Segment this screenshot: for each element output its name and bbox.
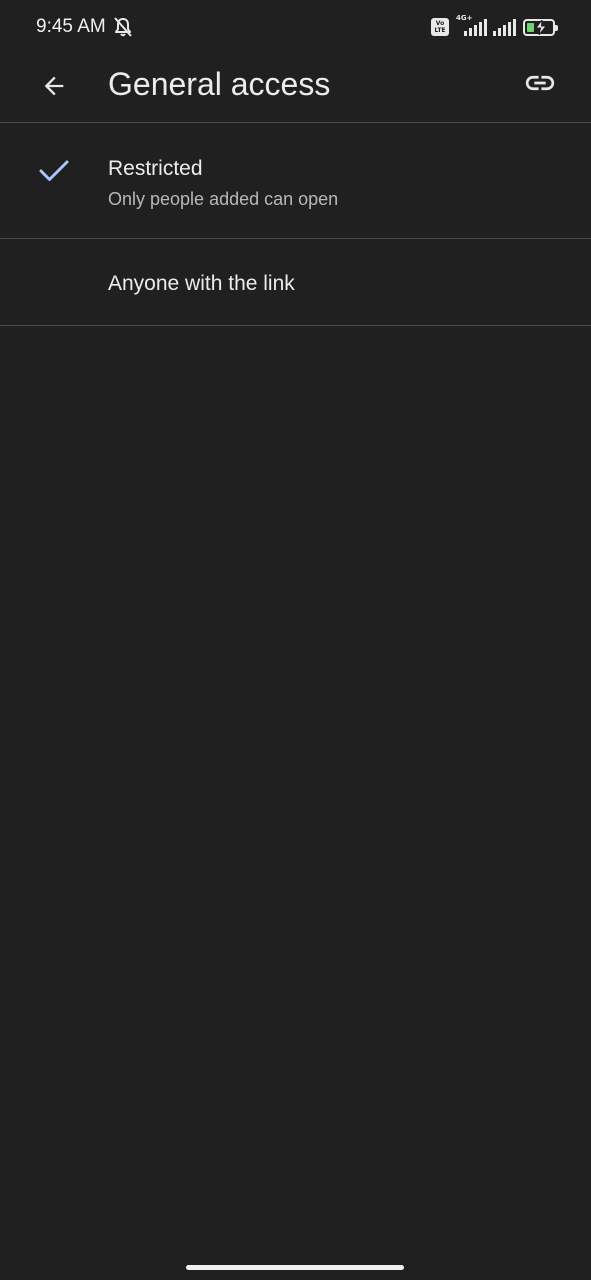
mute-icon xyxy=(114,17,132,37)
battery-charging-icon xyxy=(523,18,558,36)
signal-icon xyxy=(493,16,517,38)
status-bar: 9:45 AM Vo LTE 4G+ xyxy=(0,0,591,54)
divider xyxy=(0,325,591,326)
option-restricted[interactable]: Restricted Only people added can open xyxy=(0,123,591,238)
volte-icon: Vo LTE xyxy=(431,18,449,36)
app-bar: General access xyxy=(0,54,591,122)
page-title: General access xyxy=(108,66,331,102)
copy-link-button[interactable] xyxy=(516,59,564,107)
option-anyone-with-link[interactable]: Anyone with the link xyxy=(0,239,591,326)
volte-top-label: Vo xyxy=(435,20,445,27)
option-title: Anyone with the link xyxy=(108,272,295,295)
battery-level xyxy=(527,22,534,32)
volte-bottom-label: LTE xyxy=(434,27,446,34)
bolt-icon xyxy=(535,19,548,35)
status-icons: Vo LTE 4G+ xyxy=(431,14,558,40)
back-button[interactable] xyxy=(30,62,78,110)
signal-icon: 4G+ xyxy=(455,14,487,38)
link-icon xyxy=(525,75,555,91)
status-time: 9:45 AM xyxy=(36,16,106,37)
option-title: Restricted xyxy=(108,157,203,180)
check-icon xyxy=(39,160,69,181)
arrow-back-icon xyxy=(44,76,64,96)
option-subtitle: Only people added can open xyxy=(108,189,339,209)
home-gesture-bar[interactable] xyxy=(186,1265,404,1270)
